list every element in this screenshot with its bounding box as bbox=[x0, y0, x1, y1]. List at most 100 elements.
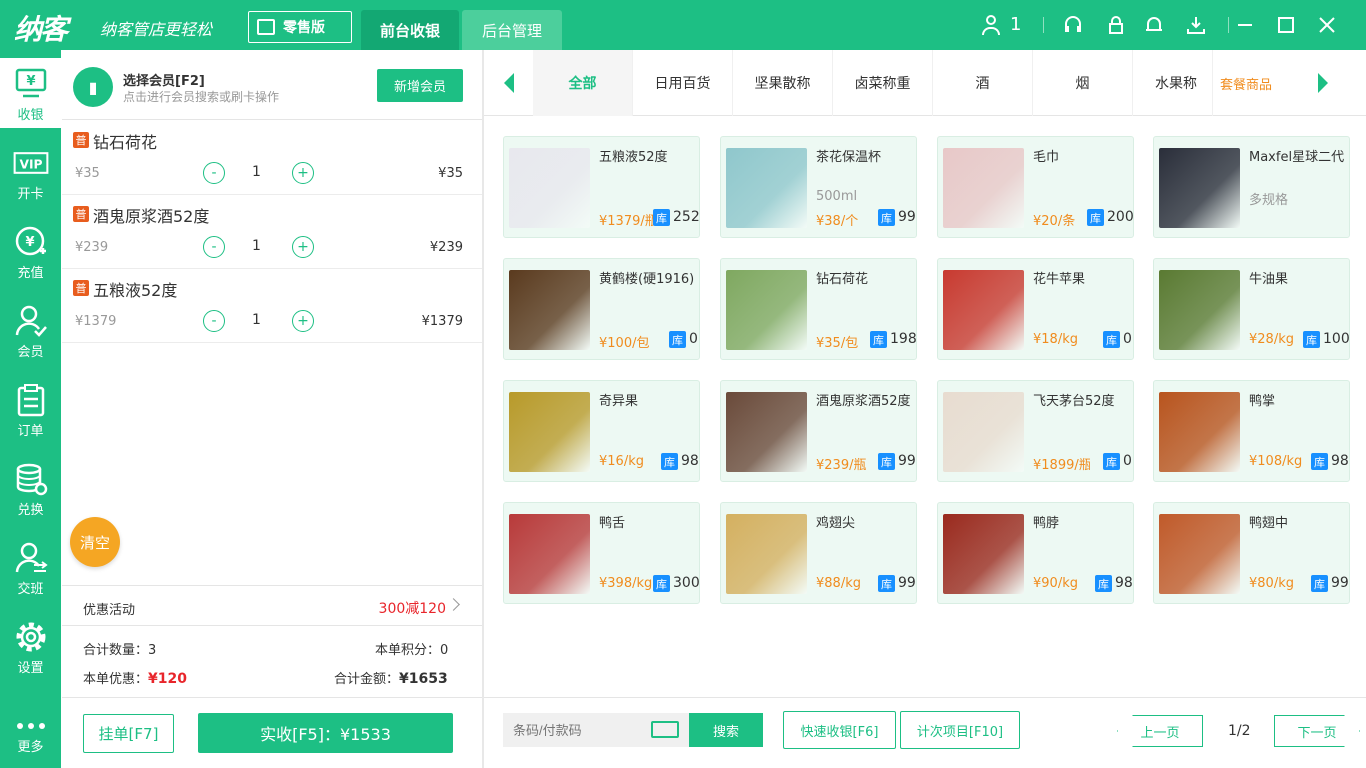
member-hint: 点击进行会员搜索或刷卡操作 bbox=[123, 90, 280, 104]
more-icon bbox=[13, 718, 49, 734]
promotion-row[interactable]: 优惠活动 300减120 bbox=[62, 585, 482, 626]
svg-text:¥: ¥ bbox=[25, 235, 34, 250]
product-stock: 98 bbox=[1331, 453, 1349, 469]
sidebar-item-member[interactable]: 会员 bbox=[0, 295, 61, 365]
stock-badge: 库 bbox=[653, 209, 670, 226]
category-tab[interactable]: 酒 bbox=[933, 50, 1033, 116]
category-tab[interactable]: 日用百货 bbox=[633, 50, 733, 116]
product-price: ¥1899/瓶 bbox=[1033, 458, 1090, 473]
product-card[interactable]: 鸭翅中 ¥80/kg 库 99 bbox=[1153, 502, 1350, 604]
product-name: 鸭脖 bbox=[1033, 516, 1060, 531]
maximize-icon[interactable] bbox=[1275, 14, 1297, 36]
sidebar-item-settings[interactable]: 设置 bbox=[0, 611, 61, 681]
product-stock: 98 bbox=[1115, 575, 1133, 591]
category-tab[interactable]: 卤菜称重 bbox=[833, 50, 933, 116]
sidebar-item-cashier[interactable]: ¥ 收银 bbox=[0, 58, 61, 128]
cart-row[interactable]: 普 五粮液52度 ¥1379 - 1 + ¥1379 bbox=[62, 269, 482, 343]
close-icon[interactable] bbox=[1316, 14, 1338, 36]
product-card[interactable]: 奇异果 ¥16/kg 库 98 bbox=[503, 380, 700, 482]
product-card[interactable]: 钻石荷花 ¥35/包库 198 bbox=[720, 258, 917, 360]
user-icon[interactable] bbox=[980, 14, 1002, 36]
new-member-button[interactable]: 新增会员 bbox=[377, 69, 463, 102]
product-card[interactable]: 牛油果 ¥28/kg 库 100 bbox=[1153, 258, 1350, 360]
edition-button[interactable]: 零售版 bbox=[248, 11, 352, 43]
product-card[interactable]: 五粮液52度 ¥1379/瓶库 252 bbox=[503, 136, 700, 238]
minimize-icon[interactable] bbox=[1234, 14, 1256, 36]
product-stock: 200 bbox=[1107, 209, 1134, 225]
product-spec: 500ml bbox=[816, 189, 858, 204]
product-card[interactable]: 鸭脖 ¥90/kg 库 98 bbox=[937, 502, 1134, 604]
sidebar-item-more[interactable]: 更多 bbox=[0, 690, 61, 768]
next-page-button[interactable]: 下一页 bbox=[1274, 715, 1360, 747]
product-card[interactable]: 鸡翅尖 ¥88/kg 库 99 bbox=[720, 502, 917, 604]
cart-row[interactable]: 普 酒鬼原浆酒52度 ¥239 - 1 + ¥239 bbox=[62, 195, 482, 269]
cart-row[interactable]: 普 钻石荷花 ¥35 - 1 + ¥35 bbox=[62, 121, 482, 195]
cart-line-total: ¥1379 bbox=[421, 314, 463, 329]
product-image bbox=[943, 148, 1024, 228]
increase-qty-button[interactable]: + bbox=[292, 162, 314, 184]
product-card[interactable]: 酒鬼原浆酒52度 ¥239/瓶库 99 bbox=[720, 380, 917, 482]
product-card[interactable]: 鸭掌 ¥108/kg 库 98 bbox=[1153, 380, 1350, 482]
sidebar-item-exchange[interactable]: 兑换 bbox=[0, 453, 61, 523]
cart-qty[interactable]: 1 bbox=[252, 238, 261, 254]
tab-back-office[interactable]: 后台管理 bbox=[462, 10, 562, 50]
sidebar-item-order[interactable]: 订单 bbox=[0, 374, 61, 444]
prev-page-button[interactable]: 上一页 bbox=[1117, 715, 1203, 747]
product-price: ¥80/kg bbox=[1249, 576, 1294, 591]
sidebar-item-recharge[interactable]: ¥ 充值 bbox=[0, 216, 61, 286]
tab-front-cashier[interactable]: 前台收银 bbox=[361, 10, 459, 50]
product-card[interactable]: 花牛苹果 ¥18/kg 库 0 bbox=[937, 258, 1134, 360]
product-image bbox=[509, 392, 590, 472]
cart-line-total: ¥35 bbox=[438, 166, 463, 181]
member-selector[interactable]: ▮ 选择会员[F2] 点击进行会员搜索或刷卡操作 新增会员 bbox=[62, 50, 482, 120]
product-card[interactable]: 飞天茅台52度 ¥1899/瓶库 0 bbox=[937, 380, 1134, 482]
product-stock: 99 bbox=[898, 209, 916, 225]
headset-icon[interactable] bbox=[1062, 14, 1084, 36]
increase-qty-button[interactable]: + bbox=[292, 236, 314, 258]
decrease-qty-button[interactable]: - bbox=[203, 162, 225, 184]
download-icon[interactable] bbox=[1185, 14, 1207, 36]
product-card[interactable]: 鸭舌 ¥398/kg 库 300 bbox=[503, 502, 700, 604]
cart-qty[interactable]: 1 bbox=[252, 312, 261, 328]
sidebar-item-handover[interactable]: 交班 bbox=[0, 532, 61, 602]
hold-order-button[interactable]: 挂单[F7] bbox=[83, 714, 174, 753]
bell-icon[interactable] bbox=[1143, 14, 1165, 36]
category-tab[interactable]: 烟 bbox=[1033, 50, 1133, 116]
combo-products-tab[interactable]: 套餐商品 bbox=[1220, 50, 1272, 116]
lock-icon[interactable] bbox=[1105, 14, 1127, 36]
category-tab[interactable]: 水果称 bbox=[1133, 50, 1213, 116]
product-card[interactable]: 毛巾 ¥20/条库 200 bbox=[937, 136, 1134, 238]
product-card[interactable]: 茶花保温杯 500ml ¥38/个 库 99 bbox=[720, 136, 917, 238]
cart-item-name: 钻石荷花 bbox=[93, 133, 158, 152]
product-image bbox=[509, 148, 590, 228]
product-card[interactable]: Maxfel星球二代 多规格 bbox=[1153, 136, 1350, 238]
product-name: 牛油果 bbox=[1249, 272, 1289, 287]
product-image bbox=[1159, 514, 1240, 594]
category-prev-arrow-icon[interactable] bbox=[504, 73, 514, 93]
sidebar-item-open-card[interactable]: VIP 开卡 bbox=[0, 137, 61, 207]
decrease-qty-button[interactable]: - bbox=[203, 310, 225, 332]
member-price-badge: 普 bbox=[73, 132, 89, 148]
product-stock: 98 bbox=[681, 453, 699, 469]
category-next-arrow-icon[interactable] bbox=[1318, 73, 1328, 93]
category-tab[interactable]: 全部 bbox=[533, 50, 633, 116]
count-items-button[interactable]: 计次项目[F10] bbox=[900, 711, 1020, 749]
clear-cart-button[interactable]: 清空 bbox=[70, 517, 120, 567]
category-tab[interactable]: 坚果散称 bbox=[733, 50, 833, 116]
stock-badge: 库 bbox=[661, 453, 678, 470]
product-name: Maxfel星球二代 bbox=[1249, 150, 1345, 165]
stock-badge: 库 bbox=[1095, 575, 1112, 592]
quick-pay-button[interactable]: 快速收银[F6] bbox=[783, 711, 896, 749]
sidebar-label: 充值 bbox=[17, 266, 44, 281]
product-card[interactable]: 黄鹤楼(硬1916) ¥100/包 库 0 bbox=[503, 258, 700, 360]
page-indicator: 1/2 bbox=[1228, 723, 1251, 739]
product-image bbox=[1159, 148, 1240, 228]
edition-label: 零售版 bbox=[283, 20, 325, 36]
decrease-qty-button[interactable]: - bbox=[203, 236, 225, 258]
pay-button[interactable]: 实收[F5]：¥1533 bbox=[198, 713, 453, 753]
yen-screen-icon: ¥ bbox=[13, 66, 49, 102]
increase-qty-button[interactable]: + bbox=[292, 310, 314, 332]
cart-qty[interactable]: 1 bbox=[252, 164, 261, 180]
keyboard-icon[interactable] bbox=[651, 721, 679, 738]
search-button[interactable]: 搜索 bbox=[689, 713, 763, 747]
